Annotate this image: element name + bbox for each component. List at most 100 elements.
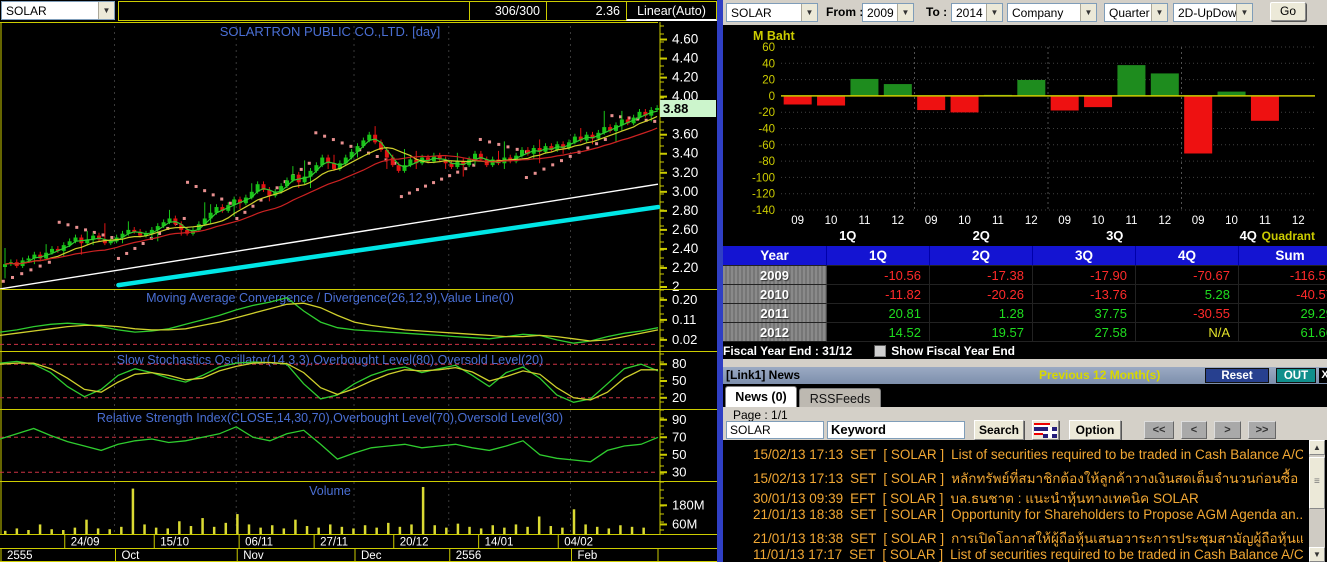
svg-text:1Q: 1Q (839, 228, 856, 243)
tab-news[interactable]: News (0) (725, 386, 797, 407)
svg-text:09: 09 (1192, 215, 1205, 227)
svg-text:30: 30 (672, 464, 686, 479)
trading-workstation: SOLAR ▼ 306/300 2.36 Linear(Auto) SOLART… (0, 0, 1327, 562)
previous-months-label: Previous 12 Month(s) (1039, 368, 1161, 382)
to-year-select[interactable]: 2014 ▼ (951, 3, 1003, 22)
reset-button[interactable]: Reset (1205, 368, 1269, 383)
fiscal-year-label: Fiscal Year End : 31/12 (723, 343, 853, 358)
option-button[interactable]: Option (1069, 420, 1121, 440)
close-button[interactable]: X (1319, 368, 1327, 383)
symbol-select-right[interactable]: SOLAR ▼ (726, 3, 818, 22)
svg-text:Slow Stochastics Oscillator(14: Slow Stochastics Oscillator(14,3,3),Over… (117, 353, 544, 367)
change-value: 2.36 (546, 1, 627, 21)
table-row: 201120.811.2837.75-30.5529.29 (723, 304, 1327, 323)
chevron-down-icon[interactable]: ▼ (986, 4, 1002, 21)
svg-text:09: 09 (1058, 215, 1071, 227)
value-cell: 20.81 (827, 304, 930, 323)
value-cell: N/A (1136, 323, 1239, 342)
chevron-down-icon[interactable]: ▼ (98, 2, 114, 19)
value-cell: 5.28 (1136, 285, 1239, 304)
value-cell: 37.75 (1033, 304, 1136, 323)
news-titlebar: [Link1] News Previous 12 Month(s) Reset … (723, 367, 1327, 384)
svg-text:0.20: 0.20 (672, 292, 697, 307)
news-item[interactable]: 21/01/13 18:38 SET [ SOLAR ] Opportunity fo… (753, 507, 1303, 527)
news-symbol: [ SOLAR ] (883, 507, 945, 522)
news-date: 21/01/13 18:38 (753, 507, 844, 522)
svg-text:20: 20 (762, 75, 775, 87)
svg-text:Volume: Volume (309, 484, 351, 498)
show-fiscal-checkbox[interactable] (874, 344, 887, 357)
svg-text:04/02: 04/02 (564, 537, 593, 549)
svg-text:-140: -140 (752, 205, 775, 217)
svg-text:11: 11 (1125, 215, 1137, 227)
chevron-down-icon[interactable]: ▼ (1080, 4, 1096, 21)
value-cell: -17.38 (930, 266, 1033, 285)
scroll-up-icon[interactable]: ▲ (1309, 440, 1325, 455)
svg-text:09: 09 (791, 215, 804, 227)
scale-mode-button[interactable]: Linear(Auto) (626, 1, 717, 21)
language-flag-button[interactable] (1032, 420, 1059, 440)
news-symbol: [ SOLAR ] (883, 531, 945, 546)
svg-text:12: 12 (891, 215, 904, 227)
tab-rssfeeds[interactable]: RSSFeeds (799, 388, 881, 407)
svg-text:10: 10 (1225, 215, 1238, 227)
chevron-down-icon[interactable]: ▼ (1236, 4, 1252, 21)
view-select[interactable]: Company ▼ (1007, 3, 1097, 22)
prev-page-button[interactable]: < (1181, 421, 1207, 439)
symbol-value: SOLAR (6, 3, 47, 18)
news-item[interactable]: 21/01/13 18:38 SET [ SOLAR ] การเปิดโอกาสให… (753, 527, 1303, 547)
last-page-button[interactable]: >> (1248, 421, 1276, 439)
next-page-button[interactable]: > (1214, 421, 1241, 439)
news-item[interactable]: 11/01/13 17:17 SET [ SOLAR ] List of securi… (753, 547, 1303, 562)
news-tabbar: News (0) RSSFeeds (723, 384, 1327, 407)
svg-text:-100: -100 (752, 172, 775, 184)
last-price-tag: 3.88 (660, 100, 716, 117)
chevron-down-icon[interactable]: ▼ (897, 4, 913, 21)
news-item[interactable]: 15/02/13 17:13 SET [ SOLAR ] List of securi… (753, 447, 1303, 467)
news-item[interactable]: 15/02/13 17:13 SET [ SOLAR ] หลักทรัพย์ที่ส… (753, 467, 1303, 487)
symbol-select[interactable]: SOLAR ▼ (1, 1, 115, 20)
display-mode-select[interactable]: 2D-UpDown▼ (1173, 3, 1253, 22)
news-headline: หลักทรัพย์ที่สมาชิกต้องให้ลูกค้าวางเงินส… (951, 471, 1299, 486)
search-button[interactable]: Search (974, 420, 1024, 440)
news-source: SET (850, 507, 877, 522)
chevron-down-icon[interactable]: ▼ (1151, 4, 1167, 21)
news-item[interactable]: 30/01/13 09:39 EFT [ SOLAR ] บล.ธนชาต : แนะ… (753, 487, 1303, 507)
svg-text:10: 10 (958, 215, 971, 227)
column-header: 4Q (1136, 246, 1239, 266)
chevron-down-icon[interactable]: ▼ (801, 4, 817, 21)
news-source: SET (850, 447, 877, 462)
news-source: SET (850, 471, 877, 486)
year-cell: 2012 (723, 323, 827, 342)
news-scrollbar[interactable]: ▲ ▼ (1309, 440, 1325, 562)
period-select[interactable]: Quarter ▼ (1104, 3, 1168, 22)
go-button[interactable]: Go (1270, 2, 1306, 21)
svg-text:Oct: Oct (121, 550, 140, 562)
scrollbar-thumb[interactable] (1309, 457, 1325, 509)
search-input[interactable]: SOLAR (726, 421, 824, 439)
from-year-select[interactable]: 2009 ▼ (862, 3, 914, 22)
column-header: 1Q (827, 246, 930, 266)
svg-text:Relative Strength Index(CLOSE,: Relative Strength Index(CLOSE,14,30,70),… (97, 411, 563, 425)
value-cell: -116.51 (1239, 266, 1327, 285)
svg-text:50: 50 (672, 447, 686, 462)
news-headline: การเปิดโอกาสให้ผู้ถือหุ้นเสนอวาระการประช… (951, 531, 1303, 546)
value-cell: -17.90 (1033, 266, 1136, 285)
news-toolbar: Page : 1/1 SOLAR Keyword Search Option <… (723, 407, 1327, 440)
first-page-button[interactable]: << (1144, 421, 1174, 439)
news-symbol: [ SOLAR ] (883, 471, 945, 486)
keyword-input[interactable]: Keyword (827, 421, 965, 439)
price-chart-canvas[interactable]: SOLARTRON PUBLIC CO.,LTD. [day] 4.60 4.40 4… (0, 22, 717, 562)
from-label: From : (826, 5, 864, 19)
price-chart-svg: SOLARTRON PUBLIC CO.,LTD. [day] 4.60 4.40 4… (0, 22, 717, 562)
news-source: SET (849, 547, 876, 562)
value-cell: 29.29 (1239, 304, 1327, 323)
svg-text:-20: -20 (758, 107, 775, 119)
value-cell: 1.28 (930, 304, 1033, 323)
scroll-down-icon[interactable]: ▼ (1309, 547, 1325, 562)
news-source: SET (850, 531, 877, 546)
svg-text:3.00: 3.00 (672, 184, 698, 199)
svg-text:14/01: 14/01 (485, 537, 514, 549)
svg-text:70: 70 (672, 429, 686, 444)
out-button[interactable]: OUT (1276, 368, 1316, 383)
